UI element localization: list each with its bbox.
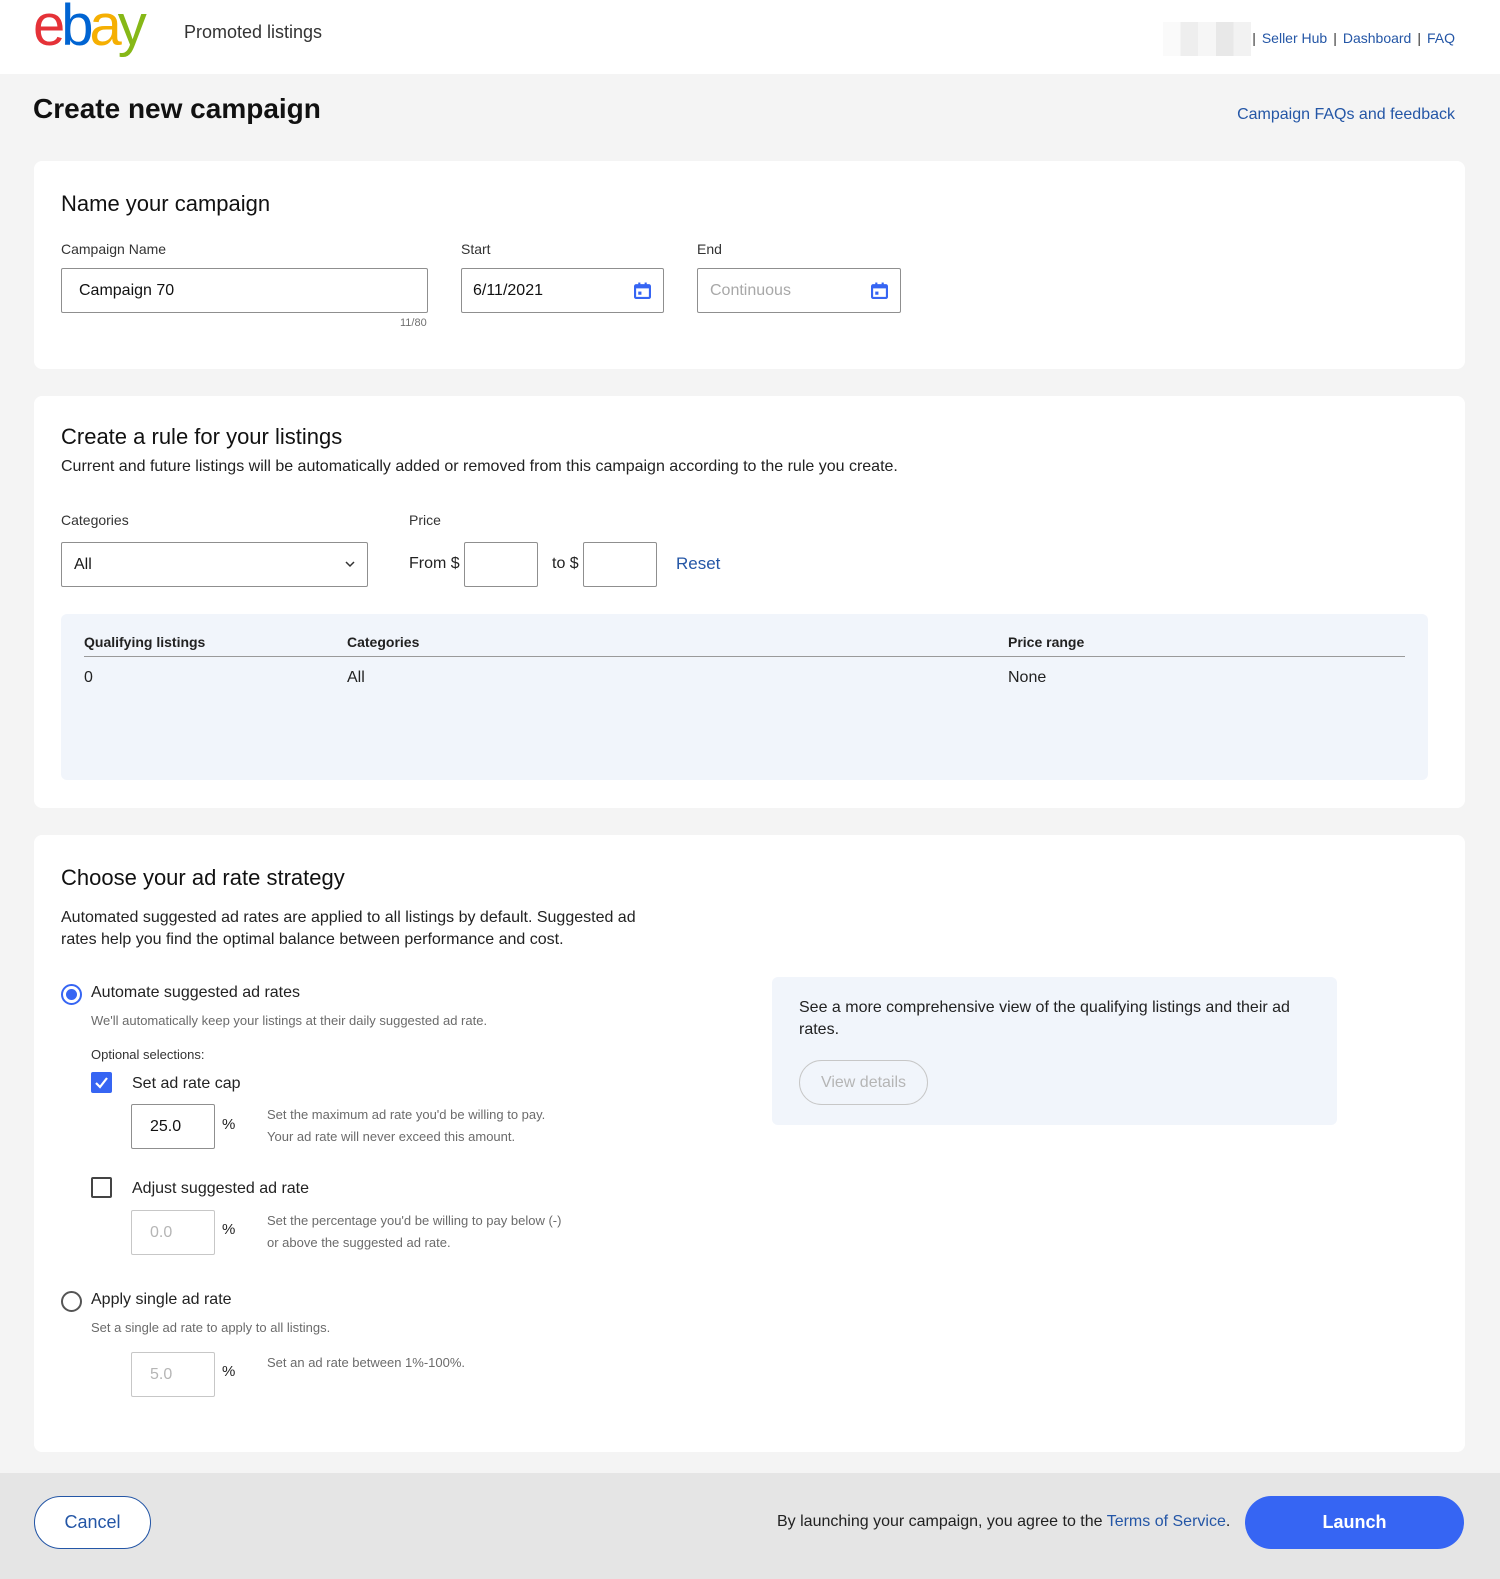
calendar-icon[interactable]	[871, 282, 888, 299]
logo-letter: y	[117, 0, 147, 58]
percent-sign: %	[222, 1116, 236, 1133]
view-details-button[interactable]: View details	[799, 1060, 928, 1105]
char-counter: 11/80	[400, 317, 427, 329]
logo-letter: a	[89, 0, 122, 58]
price-label: Price	[409, 512, 441, 528]
name-campaign-card: Name your campaign Campaign Name Campaig…	[34, 161, 1465, 369]
faq-link[interactable]: FAQ	[1427, 30, 1455, 46]
logo-letter: e	[33, 0, 65, 58]
cap-hint-line: Set the maximum ad rate you'd be willing…	[267, 1107, 546, 1122]
adjust-rate-input[interactable]: 0.0	[131, 1210, 215, 1255]
check-icon	[95, 1077, 108, 1089]
start-date-input[interactable]: 6/11/2021	[461, 268, 664, 313]
single-rate-label[interactable]: Apply single ad rate	[91, 1291, 232, 1309]
table-header: Categories	[347, 634, 420, 650]
seller-hub-link[interactable]: Seller Hub	[1262, 30, 1327, 46]
logo-letter: b	[61, 0, 93, 58]
single-rate-radio[interactable]	[61, 1291, 82, 1312]
single-rate-range-hint: Set an ad rate between 1%-100%.	[267, 1355, 466, 1370]
ad-rate-strategy-card: Choose your ad rate strategy Automated s…	[34, 835, 1465, 1452]
calendar-icon[interactable]	[634, 282, 651, 299]
campaign-name-input[interactable]: Campaign 70	[61, 268, 428, 313]
table-header: Qualifying listings	[84, 634, 206, 650]
info-text: See a more comprehensive view of the qua…	[799, 999, 1290, 1038]
rule-description: Current and future listings will be auto…	[61, 458, 898, 475]
top-bar: ebay Promoted listings | Seller Hub | Dashb…	[0, 0, 1500, 74]
price-range-value: None	[1008, 669, 1047, 686]
ad-rate-cap-checkbox[interactable]	[91, 1072, 112, 1093]
start-date-value: 6/11/2021	[473, 282, 543, 299]
ad-rate-cap-label[interactable]: Set ad rate cap	[132, 1075, 241, 1093]
separator: |	[1417, 30, 1421, 46]
launch-button[interactable]: Launch	[1245, 1496, 1464, 1549]
terms-prefix: By launching your campaign, you agree to…	[777, 1513, 1107, 1530]
optional-selections-label: Optional selections:	[91, 1047, 205, 1062]
automate-radio[interactable]	[61, 984, 82, 1005]
product-name: Promoted listings	[184, 22, 323, 42]
end-label: End	[697, 241, 722, 257]
separator: |	[1333, 30, 1337, 46]
terms-suffix: .	[1225, 1513, 1231, 1530]
categories-value: All	[74, 556, 92, 573]
categories-label: Categories	[61, 512, 129, 528]
dashboard-link[interactable]: Dashboard	[1343, 30, 1412, 46]
footer-bar: Cancel By launching your campaign, you a…	[0, 1473, 1500, 1579]
single-rate-hint: Set a single ad rate to apply to all lis…	[91, 1320, 331, 1335]
start-label: Start	[461, 241, 491, 257]
view-details-panel: See a more comprehensive view of the qua…	[772, 977, 1337, 1125]
ebay-logo[interactable]: ebay	[33, 0, 147, 55]
top-nav-links: | Seller Hub | Dashboard | FAQ	[1246, 30, 1455, 46]
percent-sign: %	[222, 1363, 236, 1380]
ad-rate-cap-input[interactable]: 25.0	[131, 1104, 215, 1149]
divider	[84, 656, 1405, 657]
end-date-placeholder: Continuous	[710, 282, 791, 299]
cap-hint-line: Your ad rate will never exceed this amou…	[267, 1129, 516, 1144]
table-header: Price range	[1008, 634, 1085, 650]
cancel-button[interactable]: Cancel	[34, 1496, 151, 1549]
price-from-input[interactable]	[464, 542, 538, 587]
end-date-input[interactable]: Continuous	[697, 268, 901, 313]
campaign-name-label: Campaign Name	[61, 241, 167, 257]
adjust-rate-label[interactable]: Adjust suggested ad rate	[132, 1180, 309, 1198]
page-title: Create new campaign	[33, 93, 321, 124]
automate-label[interactable]: Automate suggested ad rates	[91, 984, 300, 1002]
from-label: From $	[409, 555, 460, 572]
single-rate-input[interactable]: 5.0	[131, 1352, 215, 1397]
section-heading: Create a rule for your listings	[61, 424, 343, 449]
terms-of-service-link[interactable]: Terms of Service	[1107, 1513, 1226, 1530]
user-avatar[interactable]	[1163, 22, 1251, 56]
adjust-hint-line: or above the suggested ad rate.	[267, 1235, 451, 1250]
rule-card: Create a rule for your listings Current …	[34, 396, 1465, 808]
campaign-faqs-link[interactable]: Campaign FAQs and feedback	[1237, 106, 1455, 124]
adjust-hint: Set the percentage you'd be willing to p…	[267, 1210, 561, 1254]
section-heading: Name your campaign	[61, 191, 271, 216]
rule-summary-table: Qualifying listings Categories Price ran…	[61, 614, 1428, 780]
automate-hint: We'll automatically keep your listings a…	[91, 1013, 488, 1028]
categories-value: All	[347, 669, 365, 686]
adjust-rate-checkbox[interactable]	[91, 1177, 112, 1198]
separator: |	[1252, 30, 1256, 46]
section-heading: Choose your ad rate strategy	[61, 865, 345, 890]
cap-hint: Set the maximum ad rate you'd be willing…	[267, 1104, 545, 1148]
price-to-input[interactable]	[583, 542, 657, 587]
qualifying-listings-value: 0	[84, 669, 93, 686]
percent-sign: %	[222, 1221, 236, 1238]
chevron-down-icon	[345, 561, 355, 568]
categories-select[interactable]: All	[61, 542, 368, 587]
reset-link[interactable]: Reset	[676, 554, 720, 574]
to-label: to $	[552, 555, 579, 572]
adjust-hint-line: Set the percentage you'd be willing to p…	[267, 1213, 562, 1228]
strategy-description: Automated suggested ad rates are applied…	[61, 909, 636, 948]
terms-text: By launching your campaign, you agree to…	[777, 1513, 1230, 1531]
